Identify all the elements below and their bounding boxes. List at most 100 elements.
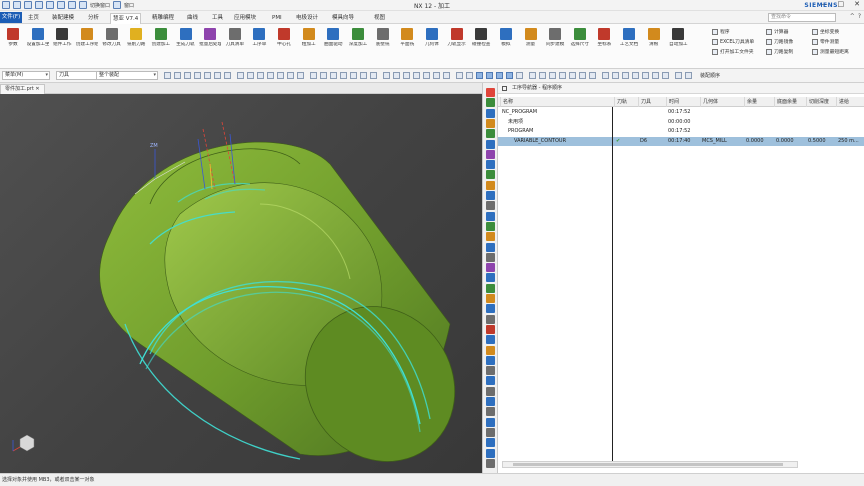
resource-bar-icon[interactable] — [486, 283, 495, 293]
resource-bar-icon[interactable] — [486, 252, 495, 262]
ribbon-button[interactable]: 几何体 — [421, 28, 443, 48]
horizontal-scrollbar[interactable] — [502, 461, 798, 468]
toolbar-icon[interactable] — [569, 72, 576, 79]
resource-bar-icon[interactable] — [486, 108, 495, 118]
ribbon-tab[interactable]: 模具向导 — [330, 13, 356, 24]
ribbon-tab[interactable]: 电极设计 — [294, 13, 320, 24]
toolbar-icon[interactable] — [370, 72, 377, 79]
resource-bar-icon[interactable] — [486, 273, 495, 283]
resource-bar-icon[interactable] — [486, 242, 495, 252]
toolbar-icon[interactable] — [393, 72, 400, 79]
snap-label[interactable]: 装配顺序 — [700, 72, 720, 79]
resource-bar-icon[interactable] — [486, 407, 495, 417]
ribbon-button[interactable]: 修改刀具 — [101, 28, 123, 48]
ribbon-small-item[interactable]: 程序 — [712, 28, 730, 35]
ribbon-button[interactable]: 深度加工 — [347, 28, 369, 48]
resource-bar-icon[interactable] — [486, 211, 495, 221]
toolbar-icon[interactable] — [652, 72, 659, 79]
resource-bar-icon[interactable] — [486, 448, 495, 458]
toolbar-icon[interactable] — [632, 72, 639, 79]
ribbon-small-item[interactable]: 坐标变换 — [812, 28, 839, 35]
resource-bar-icon[interactable] — [486, 355, 495, 365]
ribbon-button[interactable]: 测量 — [520, 28, 542, 48]
toolbar-icon[interactable] — [277, 72, 284, 79]
ribbon-small-item[interactable]: 零件测量 — [812, 38, 839, 45]
toolbar-icon[interactable] — [287, 72, 294, 79]
toolbar-icon[interactable] — [184, 72, 191, 79]
collapse-ribbon-icon[interactable]: ^ — [850, 13, 855, 20]
toolbar-icon[interactable] — [622, 72, 629, 79]
ribbon-button[interactable]: 选择尺寸 — [569, 28, 591, 48]
ribbon-small-item[interactable]: 测量最短距离 — [812, 48, 849, 55]
resource-bar-icon[interactable] — [486, 201, 495, 211]
ribbon-button[interactable]: 刀具清单 — [224, 28, 246, 48]
ribbon-tab[interactable]: 应用模块 — [232, 13, 258, 24]
ribbon-button[interactable]: 工序单 — [248, 28, 270, 48]
toolbar-icon[interactable] — [383, 72, 390, 79]
ribbon-button[interactable]: 设置加工坐标 — [27, 28, 49, 48]
ribbon-tab[interactable]: 慧亚 V7.4 — [110, 13, 142, 24]
toolbar-icon[interactable] — [310, 72, 317, 79]
ribbon-small-item[interactable]: 计算器 — [766, 28, 788, 35]
ribbon-button[interactable]: 碰撞检查 — [470, 28, 492, 48]
resource-bar-icon[interactable] — [486, 458, 495, 468]
resource-bar-icon[interactable] — [486, 191, 495, 200]
resource-bar-icon[interactable] — [486, 314, 495, 324]
toolbar-icon[interactable] — [589, 72, 596, 79]
column-header[interactable]: 余量 — [744, 97, 774, 107]
ribbon-button[interactable]: 创建工序组 — [76, 28, 98, 48]
ribbon-button[interactable]: 坐标系 — [593, 28, 615, 48]
scrollbar-thumb[interactable] — [513, 463, 783, 466]
ribbon-tab[interactable]: 曲线 — [185, 13, 200, 24]
toolbar-icon[interactable] — [675, 72, 682, 79]
ribbon-tab[interactable]: 主页 — [26, 13, 41, 24]
toolbar-icon[interactable] — [360, 72, 367, 79]
resource-bar-icon[interactable] — [486, 427, 495, 437]
menu-dropdown[interactable]: 菜单(M) ▾ — [2, 71, 50, 80]
toolbar-icon[interactable] — [194, 72, 201, 79]
resource-bar-icon[interactable] — [486, 170, 495, 180]
column-header[interactable]: 名称 — [500, 97, 614, 107]
document-tab[interactable]: 零件加工.prt ✕ — [0, 84, 45, 94]
toolbar-icon[interactable] — [423, 72, 430, 79]
ribbon-button[interactable]: 铣削刀路 — [125, 28, 147, 48]
ribbon-tab[interactable]: 工具 — [210, 13, 225, 24]
graphics-viewport[interactable]: ZM — [0, 94, 482, 473]
toolbar-icon[interactable] — [257, 72, 264, 79]
help-icon[interactable]: ? — [858, 13, 861, 20]
ribbon-button[interactable]: 创建加工 — [150, 28, 172, 48]
ribbon-button[interactable]: 中心孔 — [273, 28, 295, 48]
toolbar-icon[interactable] — [559, 72, 566, 79]
column-header[interactable]: 刀轨 — [614, 97, 638, 107]
toolbar-icon[interactable] — [174, 72, 181, 79]
toolbar-icon[interactable] — [612, 72, 619, 79]
column-header[interactable]: 进给 — [836, 97, 864, 107]
toolbar-icon[interactable] — [247, 72, 254, 79]
toolbar-icon[interactable] — [297, 72, 304, 79]
resource-bar-icon[interactable] — [486, 149, 495, 159]
toolbar-icon[interactable] — [433, 72, 440, 79]
table-row[interactable]: PROGRAM 00:17:52 — [498, 127, 864, 136]
resource-bar-icon[interactable] — [486, 335, 495, 345]
ribbon-small-item[interactable]: 刀路镜像 — [766, 38, 793, 45]
resource-bar-icon[interactable] — [486, 366, 495, 376]
ribbon-button[interactable]: 底壁铣 — [372, 28, 394, 48]
table-row[interactable]: 未用项 00:00:00 — [498, 118, 864, 127]
toolbar-icon[interactable] — [496, 72, 503, 79]
toolbar-icon[interactable] — [267, 72, 274, 79]
toolbar-icon[interactable] — [602, 72, 609, 79]
resource-bar-icon[interactable] — [486, 438, 495, 448]
ribbon-button[interactable]: 曲面驱动 — [322, 28, 344, 48]
resource-bar-icon[interactable] — [486, 263, 495, 273]
resource-bar-icon[interactable] — [486, 397, 495, 406]
column-header[interactable]: 底面余量 — [774, 97, 806, 107]
close-tab-icon[interactable]: ✕ — [35, 86, 39, 92]
ribbon-tab[interactable]: 视图 — [372, 13, 387, 24]
close-button[interactable]: ✕ — [854, 0, 860, 8]
toolbar-icon[interactable] — [164, 72, 171, 79]
column-header[interactable]: 切削深度 — [806, 97, 836, 107]
resource-bar-icon[interactable] — [486, 118, 495, 128]
toolbar-icon[interactable] — [685, 72, 692, 79]
ribbon-small-item[interactable]: EXCEL刀具清单 — [712, 38, 754, 45]
ribbon-button[interactable]: 工艺文档 — [618, 28, 640, 48]
